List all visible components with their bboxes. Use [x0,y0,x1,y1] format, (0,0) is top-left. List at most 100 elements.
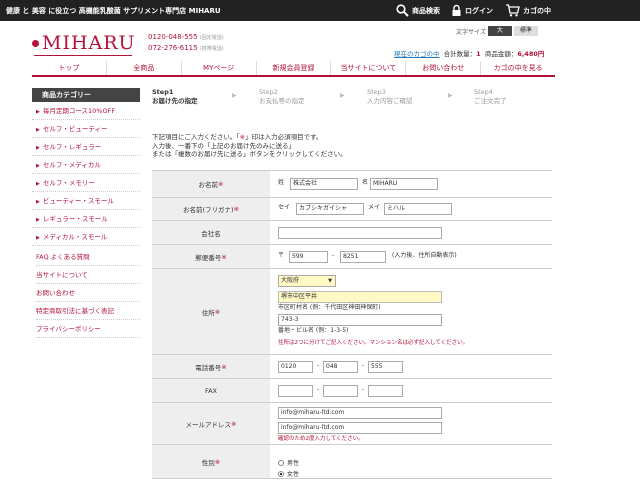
mei-label: 名 [362,179,369,186]
step-arrow-icon: ▶ [340,92,345,99]
cart-icon [506,4,520,17]
gender-male-radio[interactable]: 男性 [278,458,299,467]
gender-female-radio[interactable]: 女性 [278,469,299,478]
fax1-input[interactable] [278,385,313,397]
first-name-input[interactable]: MIHARU [370,178,438,190]
tel2-input[interactable]: 048 [323,361,358,373]
sidebar-link-privacy[interactable]: プライバシーポリシー [36,320,140,338]
cart-amount: 6,480円 [517,50,545,58]
cart-amount-label: 商品金額： [484,50,518,58]
nav-about[interactable]: 当サイトについて [330,61,405,75]
step-4: Step4 ご注文完了 [474,88,507,105]
mei-kana-label: メイ [368,204,381,211]
company-input[interactable] [278,227,442,239]
category-heading: 商品カテゴリー [32,88,140,102]
last-name-input[interactable]: 株式会社 [290,178,358,190]
zip1-input[interactable]: 599 [289,251,328,263]
nav-my-page[interactable]: MYページ [180,61,256,75]
address-note: 住所は2つに分けてご記入ください。マンション名は必ず記入してください。 [278,340,469,346]
cart-label: カゴの中 [523,6,551,15]
arrow-right-icon: ▶ [36,145,40,151]
prefecture-select[interactable]: 大阪府 ▼ [278,275,336,287]
name-label: お名前 ※ [152,171,270,197]
category-item[interactable]: ▶ セルフ・メモリー [32,174,140,192]
font-size-label: 文字サイズ [456,28,486,36]
category-item[interactable]: ▶ セルフ・メディカル [32,156,140,174]
arrow-right-icon: ▶ [36,217,40,223]
font-size-switcher: 文字サイズ 大 標準 [456,26,538,36]
site-logo[interactable]: MIHARU [32,34,136,53]
gender-label: 性別 ※ [152,445,270,478]
step-3: Step3 入力内容ご確認 [367,88,413,105]
last-name-kana-input[interactable]: カブシキガイシャ [296,203,364,215]
caret-down-icon: ▼ [328,278,332,284]
arrow-right-icon: ▶ [36,127,40,133]
tel3-input[interactable]: 555 [368,361,403,373]
kana-label: お名前(フリガナ) ※ [152,198,270,220]
fax2-input[interactable] [323,385,358,397]
font-size-standard-button[interactable]: 標準 [513,26,538,36]
category-item[interactable]: ▶ メディカル・スモール [32,228,140,246]
category-item[interactable]: ▶ レギュラー・スモール [32,210,140,228]
category-item[interactable]: ▶ セルフ・レギュラー [32,138,140,156]
logo-dot-icon [32,40,39,47]
search-icon [396,4,409,17]
street-hint: 番地・ビル名 (例：1-3-5) [278,327,349,334]
cart-link[interactable]: カゴの中 [505,3,551,18]
sidebar-link-contact[interactable]: お問い合わせ [36,284,140,302]
email-row: メールアドレス ※ info@miharu-ltd.com info@miharu… [152,403,552,445]
first-name-kana-input[interactable]: ミハル [384,203,452,215]
city-input[interactable]: 堺市中区平井 [278,291,442,303]
login-label: ログイン [465,6,493,15]
email-confirm-input[interactable]: info@miharu-ltd.com [278,422,442,434]
arrow-right-icon: ▶ [36,109,40,115]
street-input[interactable]: 743-3 [278,314,442,326]
arrow-right-icon: ▶ [36,199,40,205]
sidebar-links: FAQ よくある質問 当サイトについて お問い合わせ 特定商取引法に基づく表記 … [36,248,140,338]
sidebar-link-legal[interactable]: 特定商取引法に基づく表記 [36,302,140,320]
product-search-link[interactable]: 商品検索 [396,3,440,18]
fax-label: FAX [152,379,270,402]
zip2-input[interactable]: 8251 [340,251,386,263]
category-label: セルフ・ビューティー [42,125,108,133]
category-label: セルフ・レギュラー [42,143,102,151]
mobile-number: 072-276-6115 [148,44,198,52]
email-input[interactable]: info@miharu-ltd.com [278,407,442,419]
fax3-input[interactable] [368,385,403,397]
logo-underline [34,55,132,56]
radio-icon [278,459,284,466]
tel-dash: - [362,362,365,369]
nav-contact[interactable]: お問い合わせ [405,61,480,75]
site-tagline: 健康 と 美容 に役立つ 高機能乳酸菌 サプリメント専門店 MIHARU [6,7,221,15]
nav-view-cart[interactable]: カゴの中を見る [480,61,555,75]
sidebar-link-faq[interactable]: FAQ よくある質問 [36,248,140,266]
category-label: セルフ・メモリー [42,179,95,187]
current-cart-link[interactable]: 現在のカゴの中 [394,50,440,58]
category-item[interactable]: ▶ 毎月定期コース10%OFF [32,102,140,120]
category-item[interactable]: ▶ セルフ・ビューティー [32,120,140,138]
address-label: 住所 ※ [152,269,270,354]
nav-top[interactable]: トップ [32,61,106,75]
zip-row: 郵便番号 ※ 〒 599 - 8251 (入力後、住所自動表示) [152,245,552,269]
font-size-large-button[interactable]: 大 [487,26,512,36]
sidebar-link-about[interactable]: 当サイトについて [36,266,140,284]
postal-mark: 〒 [278,252,285,259]
nav-register[interactable]: 新規会員登録 [255,61,331,75]
category-item[interactable]: ▶ ビューティー・スモール [32,192,140,210]
tel1-input[interactable]: 0120 [278,361,313,373]
delivery-form: お名前 ※ 姓 株式会社 名 MIHARU お名前(フリガナ) ※ セイ カブシキガ… [152,170,552,479]
top-bar: 健康 と 美容 に役立つ 高機能乳酸菌 サプリメント専門店 MIHARU 商品検… [0,0,640,21]
fax-dash: - [317,386,320,393]
email-label: メールアドレス ※ [152,403,270,444]
arrow-right-icon: ▶ [36,235,40,241]
nav-all-products[interactable]: 全商品 [105,61,181,75]
company-label: 会社名 [152,221,270,244]
gender-row: 性別 ※ 男性 女性 [152,445,552,479]
login-link[interactable]: ログイン [451,3,493,18]
tel-dash: - [317,362,320,369]
company-row: 会社名 [152,221,552,245]
cart-summary: 現在のカゴの中 合計数量：1 商品金額：6,480円 [394,48,544,58]
arrow-right-icon: ▶ [36,181,40,187]
global-nav: トップ 全商品 MYページ 新規会員登録 当サイトについて お問い合わせ カゴの… [32,61,555,77]
step-arrow-icon: ▶ [448,92,453,99]
